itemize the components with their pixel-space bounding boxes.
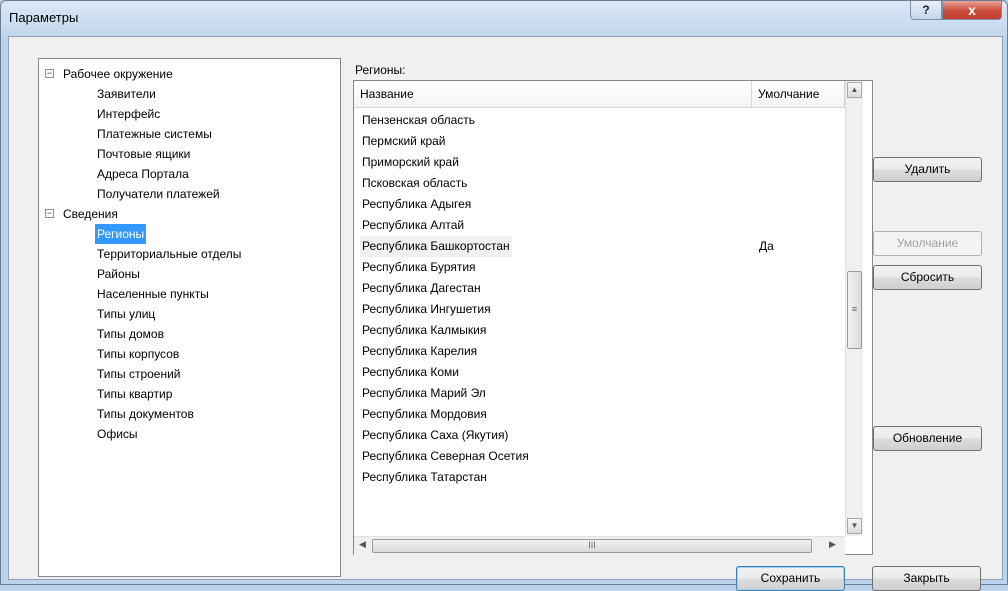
tree-item-label[interactable]: Офисы [95, 424, 140, 444]
settings-tree[interactable]: − Рабочее окружение Заявители Интерфейс Плат… [38, 58, 341, 577]
scroll-up-icon[interactable]: ▲ [847, 82, 862, 98]
tree-item-label[interactable]: Типы документов [95, 404, 196, 424]
collapse-icon[interactable]: − [45, 69, 54, 78]
list-row[interactable]: Республика Саха (Якутия) [354, 425, 844, 446]
region-name-cell: Республика Алтай [362, 218, 465, 232]
list-row[interactable]: Республика Татарстан [354, 467, 844, 488]
refresh-button[interactable]: Обновление [873, 426, 982, 451]
list-caption: Регионы: [355, 63, 406, 77]
dialog-body: − Рабочее окружение Заявители Интерфейс Плат… [8, 36, 1003, 591]
scroll-down-icon[interactable]: ▼ [847, 518, 862, 534]
region-name-cell: Республика Татарстан [362, 470, 487, 484]
tree-item-label[interactable]: Населенные пункты [95, 284, 211, 304]
tree-item-label[interactable]: Почтовые ящики [95, 144, 192, 164]
regions-list[interactable]: Название Умолчание Пензенская область Пер… [353, 80, 873, 555]
region-name-cell: Республика Калмыкия [362, 323, 487, 337]
tree-item-label[interactable]: Типы строений [95, 364, 183, 384]
region-name-cell: Республика Марий Эл [362, 386, 486, 400]
tree-item-label[interactable]: Районы [95, 264, 142, 284]
tree-item-label[interactable]: Территориальные отделы [95, 244, 243, 264]
region-name-cell: Республика Адыгея [362, 197, 472, 211]
tree-item-label[interactable]: Заявители [95, 84, 158, 104]
region-name-cell: Республика Бурятия [362, 260, 476, 274]
delete-button[interactable]: Удалить [873, 157, 982, 182]
horizontal-scrollbar[interactable]: ◀ III ▶ [354, 536, 845, 555]
list-row[interactable]: Республика Мордовия [354, 404, 844, 425]
region-name-cell: Республика Саха (Якутия) [362, 428, 509, 442]
region-name-cell: Республика Башкортостан [360, 236, 512, 257]
list-row[interactable]: Республика Дагестан [354, 278, 844, 299]
list-row[interactable]: Республика Башкортостан Да [354, 236, 844, 257]
list-row[interactable]: Республика Калмыкия [354, 320, 844, 341]
reset-button[interactable]: Сбросить [873, 265, 982, 290]
list-row[interactable]: Республика Алтай [354, 215, 844, 236]
help-button[interactable]: ? [910, 1, 942, 20]
list-row[interactable]: Республика Адыгея [354, 194, 844, 215]
region-name-cell: Республика Коми [362, 365, 459, 379]
list-row[interactable]: Республика Марий Эл [354, 383, 844, 404]
region-name-cell: Республика Ингушетия [362, 302, 491, 316]
tree-item-label[interactable]: Типы корпусов [95, 344, 181, 364]
list-row[interactable]: Республика Коми [354, 362, 844, 383]
close-button[interactable]: Закрыть [872, 566, 981, 591]
region-name-cell: Республика Мордовия [362, 407, 487, 421]
list-row[interactable]: Республика Бурятия [354, 257, 844, 278]
tree-item-label[interactable]: Типы улиц [95, 304, 157, 324]
tree-item-label[interactable]: Интерфейс [95, 104, 162, 124]
list-row[interactable]: Республика Ингушетия [354, 299, 844, 320]
region-name-cell: Псковская область [362, 176, 468, 190]
set-default-button[interactable]: Умолчание [873, 231, 982, 256]
region-name-cell: Пермский край [362, 134, 446, 148]
window-close-button[interactable]: x [942, 1, 1002, 20]
region-name-cell: Приморский край [362, 155, 459, 169]
column-header-default[interactable]: Умолчание [752, 81, 845, 108]
tree-item-label[interactable]: Типы квартир [95, 384, 174, 404]
region-name-cell: Республика Северная Осетия [362, 449, 529, 463]
vertical-scrollbar[interactable]: ▲ ≡ ▼ [845, 81, 863, 536]
column-header-name[interactable]: Название [354, 81, 752, 108]
scroll-left-icon[interactable]: ◀ [359, 539, 366, 550]
list-row[interactable]: Приморский край [354, 152, 844, 173]
tree-group-label[interactable]: Сведения [61, 204, 120, 224]
list-row[interactable]: Псковская область [354, 173, 844, 194]
tree-item-label[interactable]: Платежные системы [95, 124, 214, 144]
scroll-thumb[interactable]: ≡ [847, 271, 862, 349]
region-name-cell: Республика Карелия [362, 344, 478, 358]
region-name-cell: Пензенская область [362, 113, 476, 127]
list-row[interactable]: Пензенская область [354, 110, 844, 131]
tree-item-label[interactable]: Адреса Портала [95, 164, 191, 184]
parameters-window: Параметры ? x − Рабочее окружение Заявител… [0, 0, 1008, 591]
region-name-cell: Республика Дагестан [362, 281, 481, 295]
list-row[interactable]: Республика Карелия [354, 341, 844, 362]
default-flag-cell: Да [759, 239, 774, 253]
tree-group-label[interactable]: Рабочее окружение [61, 64, 175, 84]
list-row[interactable]: Пермский край [354, 131, 844, 152]
tree-item-label[interactable]: Получатели платежей [95, 184, 222, 204]
scroll-right-icon[interactable]: ▶ [829, 539, 836, 550]
save-button[interactable]: Сохранить [736, 566, 845, 591]
horizontal-scroll-thumb[interactable]: III [372, 539, 812, 553]
collapse-icon[interactable]: − [45, 209, 54, 218]
tree-item-label[interactable]: Регионы [95, 224, 147, 244]
list-row[interactable]: Республика Северная Осетия [354, 446, 844, 467]
window-title: Параметры [9, 10, 79, 25]
tree-item-label[interactable]: Типы домов [95, 324, 166, 344]
